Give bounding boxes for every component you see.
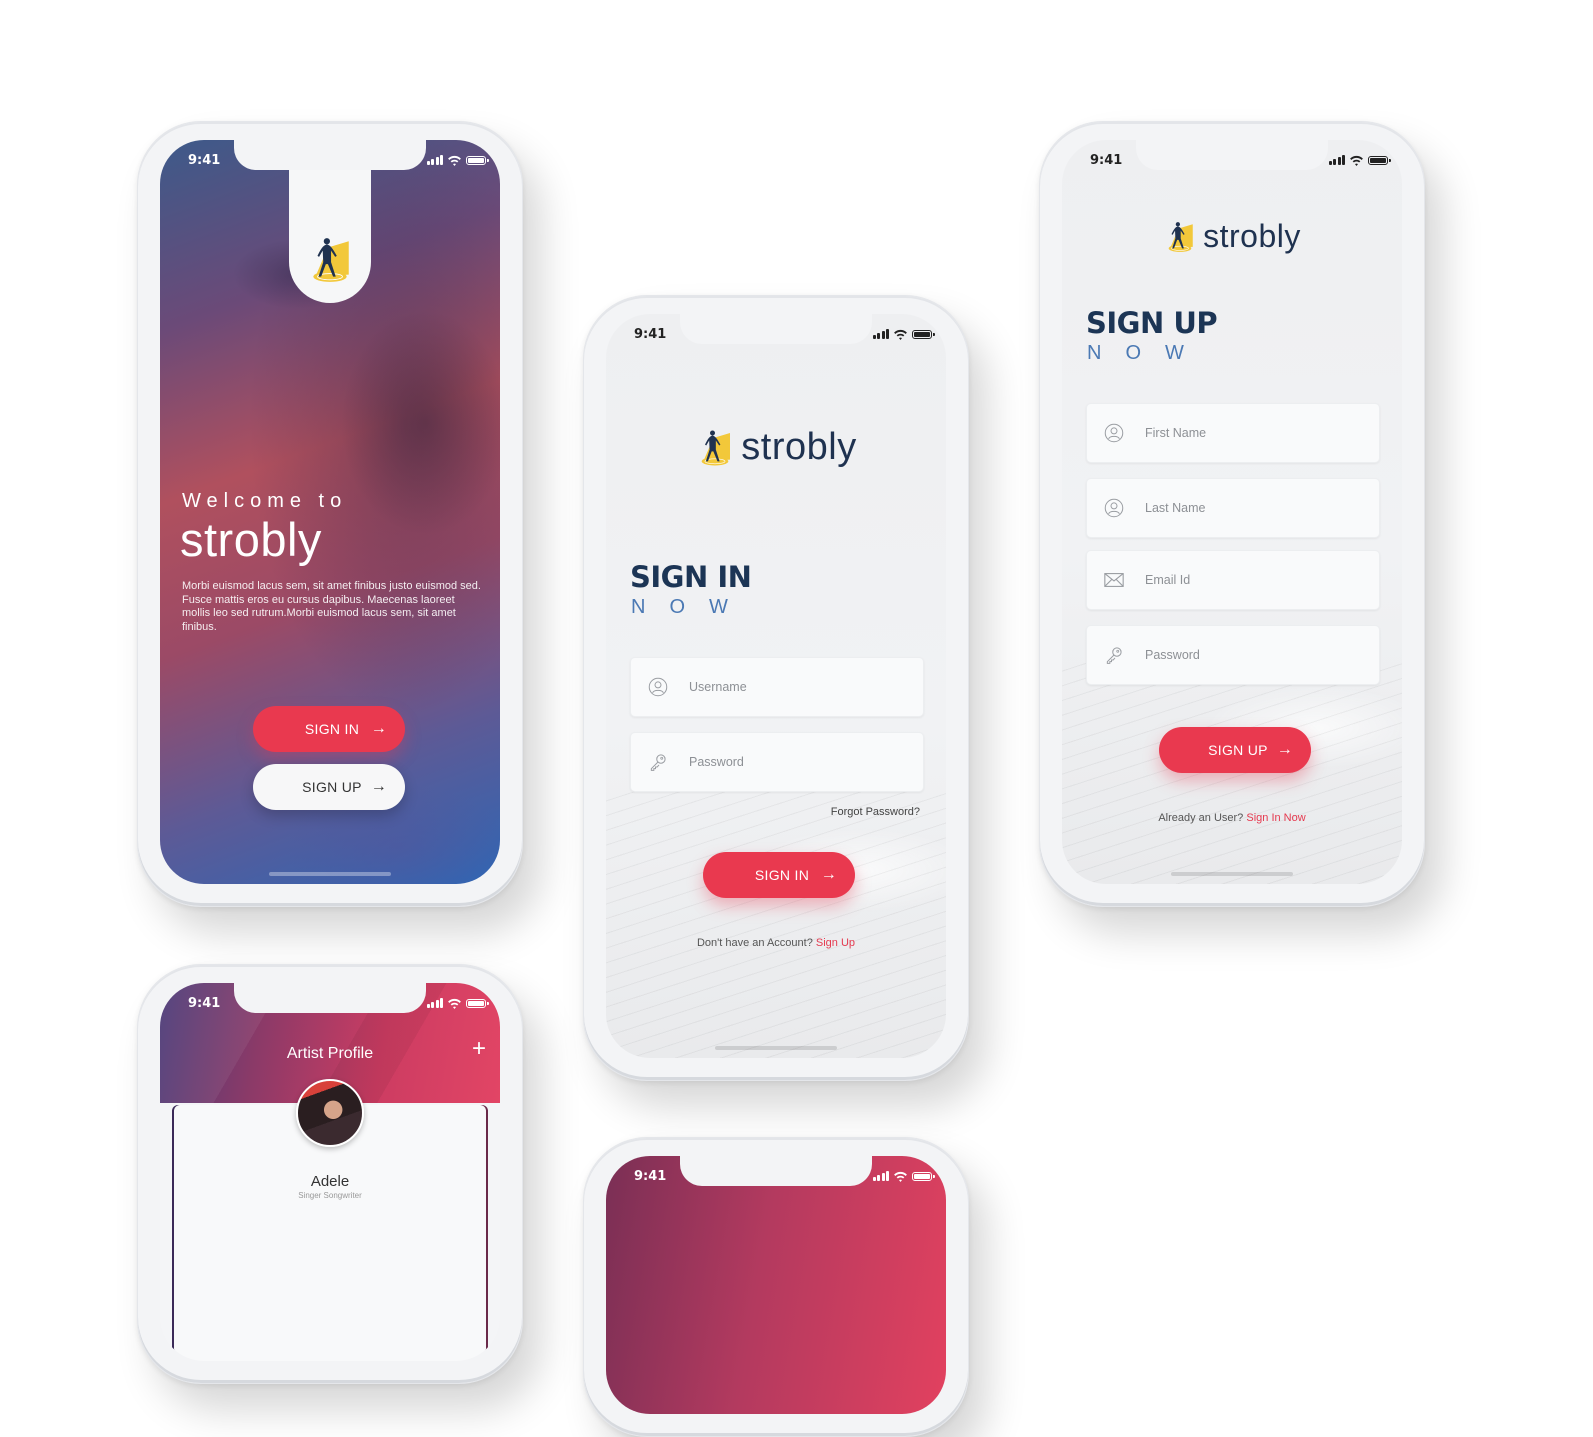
last-name-input[interactable] [1143, 500, 1352, 516]
sign-in-label: SIGN IN [754, 867, 810, 883]
status-bar: 9:41 [1090, 150, 1391, 170]
password-input[interactable] [687, 754, 896, 770]
user-icon [648, 677, 668, 697]
sign-in-phone: 9:41 strobly SIGN IN NOW Forgot Password… [583, 295, 969, 1081]
sheet-music-background [606, 790, 946, 1058]
welcome-screen: 9:41 Welcome to strobly Morbi euismod la… [160, 140, 500, 884]
status-time: 9:41 [634, 326, 667, 342]
password-input[interactable] [1143, 647, 1352, 663]
sign-up-subheading: NOW [1087, 342, 1208, 364]
sign-up-label: SIGN UP [302, 779, 362, 795]
sign-up-prompt: Don't have an Account? Sign Up [606, 937, 946, 949]
home-indicator[interactable] [1171, 872, 1293, 876]
user-icon [1104, 498, 1124, 518]
signal-icon [1328, 155, 1345, 165]
wifi-icon [893, 1171, 908, 1182]
arrow-right-icon: → [820, 866, 837, 883]
battery-icon [912, 1171, 935, 1181]
last-name-field[interactable] [1086, 478, 1380, 538]
sign-up-heading: SIGN UP [1086, 306, 1218, 340]
sign-up-screen: 9:41 strobly SIGN UP NOW First Name Last… [1062, 140, 1402, 884]
status-time: 9:41 [634, 1168, 667, 1184]
sign-up-submit-button[interactable]: SIGN UP → [1159, 727, 1311, 773]
brand-name: strobly [1203, 218, 1301, 254]
sign-in-submit-button[interactable]: SIGN IN → [703, 852, 855, 898]
partial-screen: 9:41 [606, 1156, 946, 1414]
signal-icon [426, 155, 443, 165]
spotlight-figure-icon [695, 428, 735, 468]
home-indicator[interactable] [269, 872, 391, 876]
wifi-icon [1349, 155, 1364, 166]
artist-role: Singer Songwriter [298, 1191, 362, 1200]
artist-profile-phone: 9:41 Artist Profile + Adele Singer Songw… [137, 964, 523, 1384]
sign-up-button[interactable]: SIGN UP → [253, 764, 405, 810]
first-name-field[interactable] [1086, 403, 1380, 463]
username-field[interactable] [630, 657, 924, 717]
add-icon[interactable]: + [472, 1035, 486, 1063]
status-bar: 9:41 [188, 150, 489, 170]
sign-up-phone: 9:41 strobly SIGN UP NOW First Name Last… [1039, 121, 1425, 907]
battery-icon [1368, 155, 1391, 165]
sign-in-prompt: Already an User? Sign In Now [1062, 812, 1402, 824]
signal-icon [872, 1171, 889, 1181]
password-field[interactable] [630, 732, 924, 792]
spotlight-figure-icon [305, 235, 355, 285]
status-bar: 9:41 [188, 993, 489, 1013]
sign-in-button[interactable]: SIGN IN → [253, 706, 405, 752]
status-time: 9:41 [188, 152, 221, 168]
arrow-right-icon: → [370, 778, 387, 795]
home-indicator[interactable] [715, 1046, 837, 1050]
welcome-phone: 9:41 Welcome to strobly Morbi euismod la… [137, 121, 523, 907]
forgot-password-link[interactable]: Forgot Password? [831, 806, 920, 818]
sign-in-heading: SIGN IN [630, 560, 752, 594]
spotlight-figure-icon [1163, 220, 1197, 254]
signal-icon [872, 329, 889, 339]
sign-in-label: SIGN IN [304, 721, 360, 737]
welcome-text: Welcome to [182, 490, 348, 512]
wifi-icon [893, 329, 908, 340]
key-icon [1104, 645, 1124, 665]
sign-up-prompt-text: Don't have an Account? [696, 937, 813, 949]
brand-logo: strobly [1062, 218, 1402, 255]
arrow-right-icon: → [370, 720, 387, 737]
user-icon [1104, 423, 1124, 443]
sign-in-subheading: NOW [631, 596, 752, 618]
email-input[interactable] [1143, 572, 1352, 588]
status-time: 9:41 [188, 995, 221, 1011]
sign-up-label: SIGN UP [1208, 742, 1268, 758]
partial-phone: 9:41 [583, 1137, 969, 1437]
username-input[interactable] [687, 679, 896, 695]
brand-name: strobly [741, 426, 857, 468]
artist-name: Adele [310, 1173, 350, 1190]
status-time: 9:41 [1090, 152, 1123, 168]
wifi-icon [447, 998, 462, 1009]
sign-up-link[interactable]: Sign Up [816, 937, 855, 949]
page-title: Artist Profile [286, 1045, 374, 1062]
mail-icon [1103, 569, 1125, 591]
sign-in-prompt-text: Already an User? [1158, 812, 1244, 824]
wifi-icon [447, 155, 462, 166]
sign-in-now-link[interactable]: Sign In Now [1246, 812, 1305, 824]
arrow-right-icon: → [1276, 741, 1293, 758]
email-field[interactable] [1086, 550, 1380, 610]
artist-profile-screen: 9:41 Artist Profile + Adele Singer Songw… [160, 983, 500, 1361]
password-field[interactable] [1086, 625, 1380, 685]
welcome-description: Morbi euismod lacus sem, sit amet finibu… [182, 580, 481, 633]
status-bar: 9:41 [634, 1166, 935, 1186]
brand-name: strobly [180, 513, 322, 566]
key-icon [648, 752, 668, 772]
first-name-input[interactable] [1143, 425, 1352, 441]
brand-logo: strobly [606, 426, 946, 469]
battery-icon [466, 155, 489, 165]
battery-icon [466, 998, 489, 1008]
battery-icon [912, 329, 935, 339]
signal-icon [426, 998, 443, 1008]
avatar[interactable] [296, 1079, 364, 1147]
status-bar: 9:41 [634, 324, 935, 344]
sign-in-screen: 9:41 strobly SIGN IN NOW Forgot Password… [606, 314, 946, 1058]
